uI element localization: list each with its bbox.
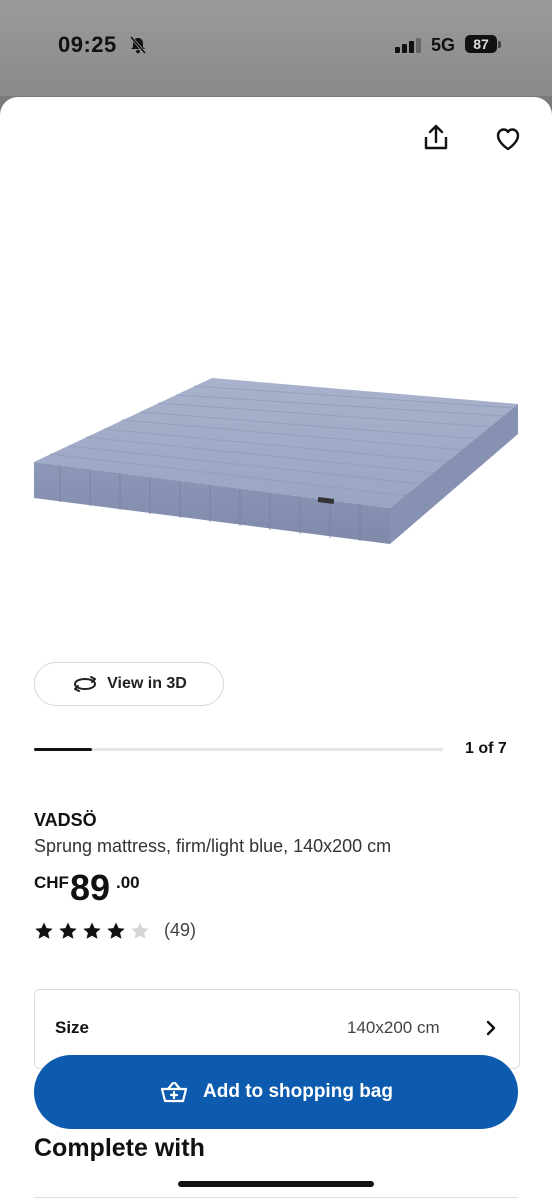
price-decimal: .00 (116, 873, 140, 892)
view-in-3d-button[interactable]: View in 3D (34, 662, 224, 706)
chevron-right-icon (486, 1020, 496, 1036)
complete-with-heading: Complete with (34, 1134, 205, 1162)
view-in-3d-label: View in 3D (107, 675, 187, 692)
bell-muted-icon (129, 36, 147, 54)
heart-icon[interactable] (490, 120, 526, 156)
product-sheet: View in 3D 1 of 7 VADSÖ Sprung mattress,… (0, 97, 552, 1200)
battery-icon: 87 (465, 35, 501, 55)
shopping-basket-icon (160, 1081, 188, 1103)
add-to-shopping-bag-button[interactable]: Add to shopping bag (34, 1055, 518, 1129)
star-icon (59, 922, 77, 939)
status-time: 09:25 (58, 32, 117, 57)
carousel-progress-fill (34, 748, 93, 751)
product-name: VADSÖ (34, 810, 97, 830)
price-currency: CHF (34, 873, 69, 892)
battery-level: 87 (465, 35, 497, 53)
rating[interactable]: (49) (34, 920, 196, 941)
review-count: (49) (164, 920, 197, 940)
add-to-bag-label: Add to shopping bag (203, 1081, 393, 1102)
price-whole: 89 (70, 867, 111, 908)
star-icon (131, 922, 149, 939)
signal-icon (395, 38, 421, 53)
network-type: 5G (431, 35, 456, 55)
product-image-mattress (34, 378, 518, 544)
product-description: Sprung mattress, firm/light blue, 140x20… (34, 836, 392, 856)
divider (34, 1197, 518, 1198)
share-icon[interactable] (418, 120, 454, 156)
carousel-position: 1 of 7 (465, 740, 507, 757)
size-value: 140x200 cm (347, 1018, 440, 1037)
star-icon (35, 922, 53, 939)
star-icon (83, 922, 101, 939)
home-indicator[interactable] (178, 1181, 374, 1187)
star-icon (107, 922, 125, 939)
status-bar: 09:25 5G 87 (0, 0, 552, 96)
size-label: Size (55, 1018, 90, 1037)
carousel-progress-bar (34, 748, 443, 751)
rotate-3d-icon (74, 676, 97, 692)
